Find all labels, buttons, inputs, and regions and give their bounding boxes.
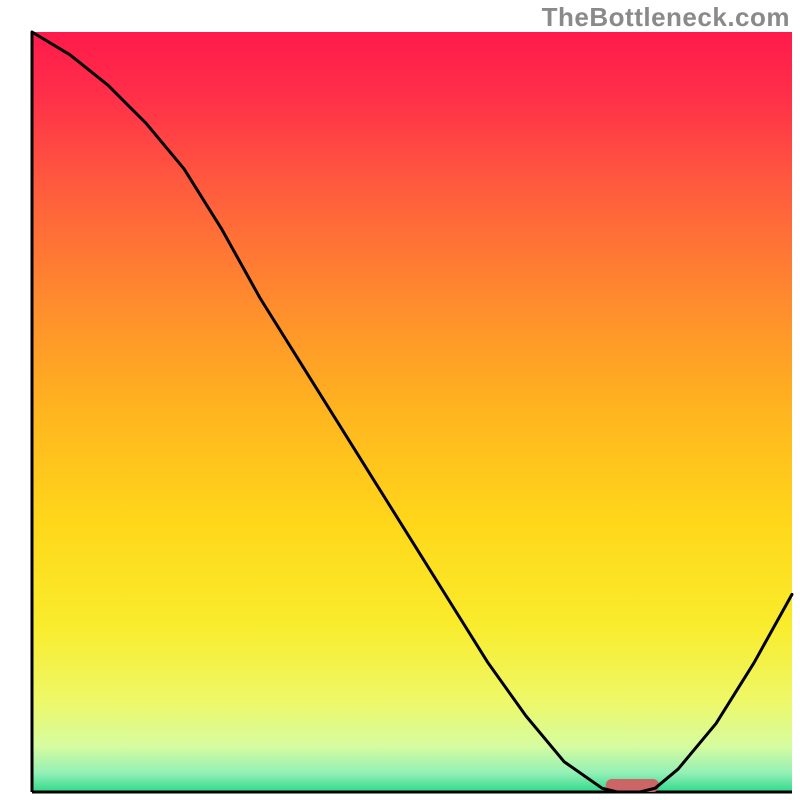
bottleneck-chart <box>0 0 800 800</box>
plot-background <box>32 32 792 792</box>
chart-frame: TheBottleneck.com <box>0 0 800 800</box>
